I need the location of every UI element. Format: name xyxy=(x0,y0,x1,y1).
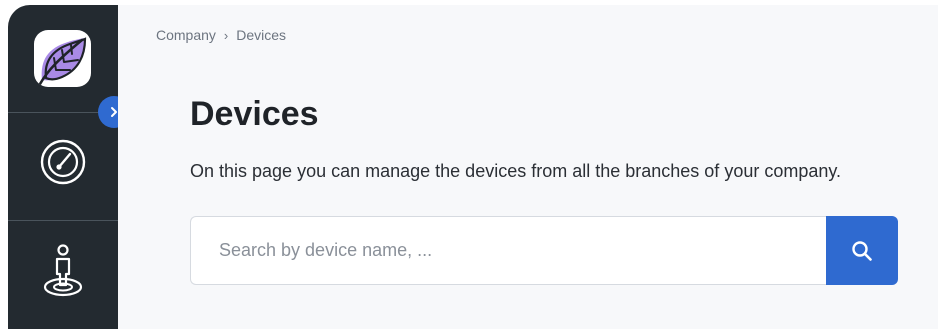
page-title: Devices xyxy=(190,95,319,133)
main-content: Company › Devices Devices On this page y… xyxy=(118,5,938,329)
breadcrumb: Company › Devices xyxy=(156,27,286,43)
search-input[interactable] xyxy=(191,217,826,284)
breadcrumb-current: Devices xyxy=(236,27,287,43)
sidebar-item-dashboard[interactable] xyxy=(38,137,88,192)
search-icon xyxy=(852,240,872,261)
breadcrumb-company[interactable]: Company xyxy=(156,27,216,43)
user-location-icon xyxy=(43,244,83,297)
search-button[interactable] xyxy=(826,216,898,285)
page-description: On this page you can manage the devices … xyxy=(190,161,842,181)
breadcrumb-separator: › xyxy=(223,27,229,43)
app-logo[interactable] xyxy=(34,30,91,87)
sidebar xyxy=(8,5,118,329)
sidebar-item-people[interactable] xyxy=(38,241,88,306)
leaf-logo-icon xyxy=(38,37,87,86)
speedometer-icon xyxy=(40,139,86,185)
sidebar-divider xyxy=(8,220,118,221)
search-box xyxy=(190,216,826,285)
